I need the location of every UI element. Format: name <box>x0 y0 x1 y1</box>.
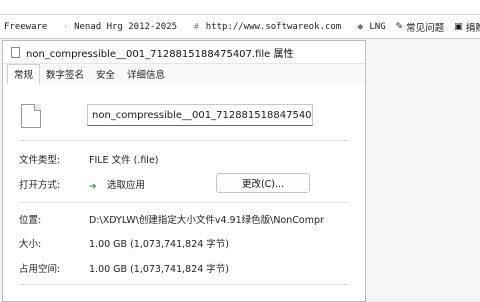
author-item: Nenad Hrg 2012-2025 <box>74 22 177 32</box>
dialog-title: non_compressible__001_7128815188475407.f… <box>26 48 294 60</box>
size-value: 1.00 GB (1,073,741,824 字节) <box>89 239 230 250</box>
location-value: D:\XDYLW\创建指定大小文件v4.91绿色版\NonCompr <box>89 215 324 226</box>
open-with-value: ➜ 选取应用 <box>89 177 145 192</box>
disk-size-label: 占用空间: <box>19 264 61 275</box>
author-label: Nenad Hrg 2012-2025 <box>74 21 178 32</box>
open-with-label: 打开方式: <box>19 180 61 191</box>
background-area <box>366 40 480 300</box>
language-label[interactable]: LNG <box>369 22 385 32</box>
separator-icon: ◦ <box>63 22 69 31</box>
tab-security[interactable]: 安全 <box>90 67 121 84</box>
size-label: 大小: <box>19 239 42 250</box>
change-button[interactable]: 更改(C)... <box>216 173 310 193</box>
open-with-app: 选取应用 <box>107 180 146 191</box>
faq-label[interactable]: 常见问题 <box>406 20 444 34</box>
hash-icon: # <box>193 22 200 31</box>
donate-item[interactable]: ▣ 捐赠 <box>454 20 480 34</box>
website-link[interactable]: http://www.softwareok.com <box>206 22 341 32</box>
tab-strip: 常规 数字签名 安全 详细信息 <box>3 64 365 85</box>
faq-item[interactable]: ✎ 常见问题 <box>396 20 445 34</box>
tab-details[interactable]: 详细信息 <box>121 67 171 84</box>
diamond-icon: ◆ <box>357 22 364 31</box>
divider <box>19 284 349 285</box>
properties-dialog: non_compressible__001_7128815188475407.f… <box>2 40 366 302</box>
app-picker-icon: ➜ <box>89 182 97 192</box>
general-panel: non_compressible__001_7128815188475407.f… <box>3 84 365 301</box>
divider <box>19 202 349 203</box>
tab-general[interactable]: 常规 <box>7 64 41 85</box>
divider <box>19 140 349 141</box>
dialog-titlebar[interactable]: non_compressible__001_7128815188475407.f… <box>3 41 365 64</box>
info-bar: Freeware ◦ Nenad Hrg 2012-2025 # http://… <box>0 15 480 39</box>
donate-label[interactable]: 捐赠 <box>466 20 480 34</box>
freeware-label: Freeware <box>4 21 48 32</box>
donate-icon: ▣ <box>454 21 463 32</box>
file-type-label: 文件类型: <box>19 155 61 166</box>
tab-digital-signatures[interactable]: 数字签名 <box>40 67 90 84</box>
freeware-item: Freeware <box>4 22 47 32</box>
document-icon <box>11 46 20 58</box>
website-url[interactable]: http://www.softwareok.com <box>206 22 341 32</box>
filename-input[interactable]: non_compressible__001_7128815188475407.f… <box>87 104 313 126</box>
file-icon <box>21 104 41 128</box>
pin-icon: ✎ <box>395 21 404 32</box>
location-label: 位置: <box>19 215 42 226</box>
top-strip <box>0 0 480 15</box>
language-item[interactable]: LNG <box>369 22 385 32</box>
disk-size-value: 1.00 GB (1,073,741,824 字节) <box>89 264 230 275</box>
file-type-value: FILE 文件 (.file) <box>89 155 159 166</box>
